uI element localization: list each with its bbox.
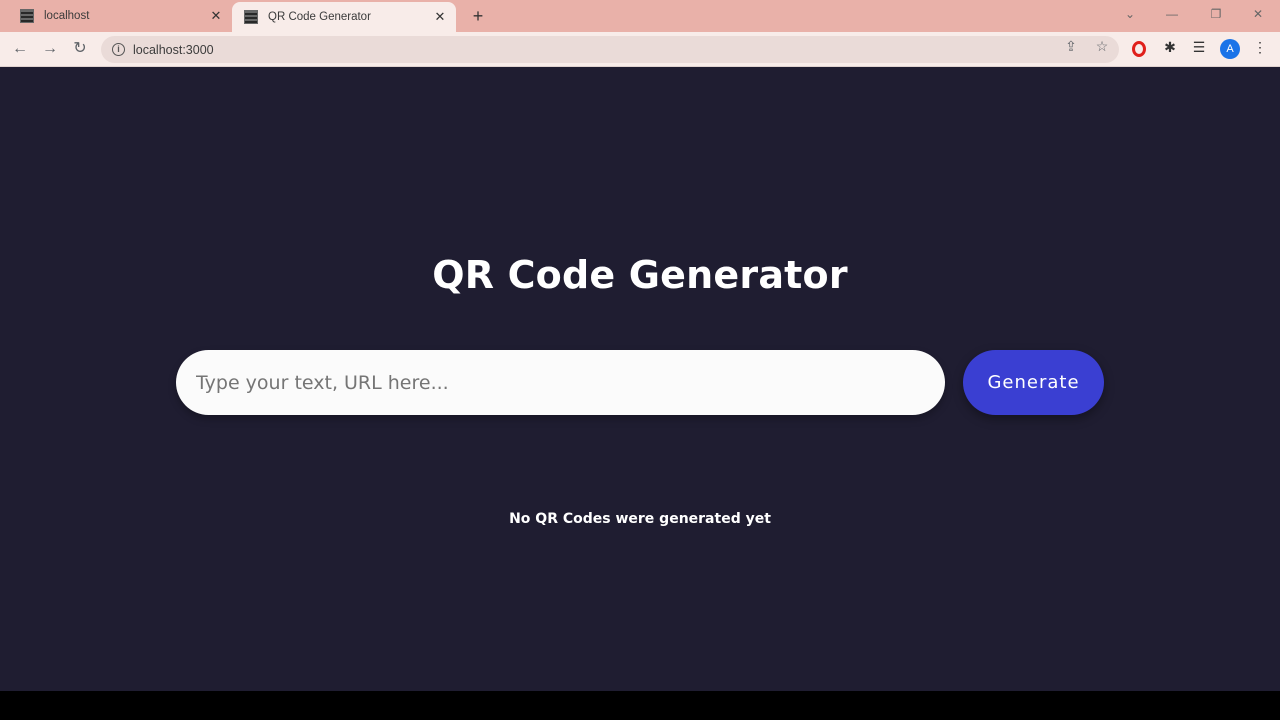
- opera-extension-icon[interactable]: [1132, 41, 1146, 57]
- tab-title: QR Code Generator: [268, 11, 371, 23]
- reload-icon[interactable]: ↻: [68, 37, 92, 61]
- info-icon[interactable]: i: [112, 43, 125, 56]
- bookmark-star-icon[interactable]: ☆: [1093, 37, 1111, 55]
- plus-icon[interactable]: +: [468, 6, 488, 26]
- tab-qr-code-generator[interactable]: QR Code Generator ✕: [232, 2, 456, 32]
- bottom-bar: [0, 691, 1280, 720]
- close-icon[interactable]: ✕: [208, 8, 224, 24]
- more-menu-icon[interactable]: ⋮: [1250, 37, 1270, 57]
- empty-state-message: No QR Codes were generated yet: [509, 511, 771, 527]
- tab-localhost[interactable]: localhost ✕: [8, 0, 232, 32]
- address-bar[interactable]: i localhost:3000: [101, 36, 1119, 63]
- generate-button[interactable]: Generate: [963, 350, 1104, 415]
- extensions-puzzle-icon[interactable]: ✱: [1160, 37, 1180, 57]
- browser-toolbar: ← → ↻ i localhost:3000 ⇪ ☆ ✱ ☰ ⋮: [0, 32, 1280, 67]
- browser-tab-bar: localhost ✕ QR Code Generator ✕ + ⌄ — ❐ …: [0, 0, 1280, 32]
- qr-favicon-icon: [244, 10, 258, 24]
- avatar[interactable]: A: [1220, 39, 1240, 59]
- page-title: QR Code Generator: [432, 253, 848, 297]
- restore-icon[interactable]: ❐: [1194, 0, 1238, 30]
- minimize-icon[interactable]: —: [1150, 0, 1194, 30]
- tab-search-chevron-icon[interactable]: ⌄: [1108, 0, 1152, 30]
- reading-list-icon[interactable]: ☰: [1189, 37, 1209, 57]
- share-icon[interactable]: ⇪: [1062, 37, 1080, 55]
- qr-favicon-icon: [20, 9, 34, 23]
- address-url[interactable]: localhost:3000: [133, 43, 1119, 57]
- close-icon[interactable]: ✕: [432, 9, 448, 25]
- tab-title: localhost: [44, 10, 90, 22]
- qr-text-input[interactable]: [176, 350, 945, 415]
- window-close-icon[interactable]: ✕: [1236, 0, 1280, 30]
- forward-arrow-icon[interactable]: →: [38, 37, 62, 61]
- back-arrow-icon[interactable]: ←: [8, 37, 32, 61]
- page-body: QR Code Generator Generate No QR Codes w…: [0, 67, 1280, 691]
